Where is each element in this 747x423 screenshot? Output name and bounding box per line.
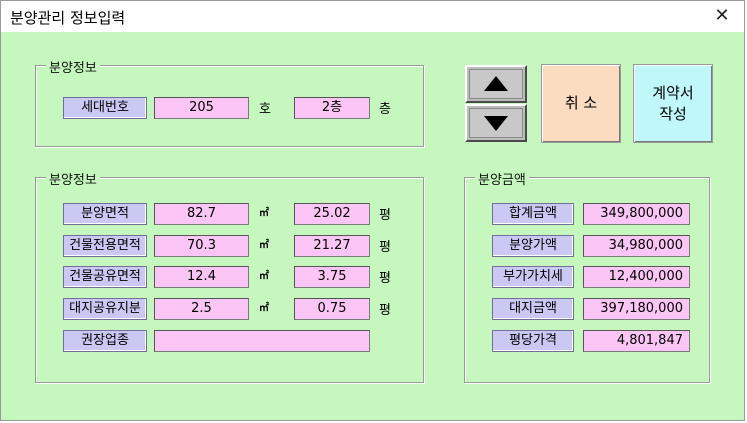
area-m2-field[interactable]: 82.7 xyxy=(154,203,249,225)
price-value-field[interactable]: 349,800,000 xyxy=(583,203,690,225)
area-m2-field[interactable]: 70.3 xyxy=(154,235,249,257)
floor-field[interactable]: 2층 xyxy=(294,97,370,119)
price-row-label: 대지금액 xyxy=(492,298,574,320)
close-icon[interactable]: ✕ xyxy=(708,4,736,28)
area-m2-field[interactable]: 12.4 xyxy=(154,266,249,288)
price-value-field[interactable]: 4,801,847 xyxy=(583,330,690,352)
floor-suffix: 층 xyxy=(379,102,391,117)
area-info-frame-title: 분양정보 xyxy=(46,169,100,188)
dialog-window: 분양관리 정보입력 ✕ 분양정보 세대번호 205 호 2층 층 취 소 계약서… xyxy=(0,0,745,421)
unit-info-frame-title: 분양정보 xyxy=(46,57,100,76)
window-title: 분양관리 정보입력 xyxy=(10,9,126,27)
arrow-down-icon xyxy=(484,116,508,131)
area-row-label: 대지공유지분 xyxy=(63,298,147,320)
price-value-field[interactable]: 34,980,000 xyxy=(583,235,690,257)
area-pyeong-field[interactable]: 21.27 xyxy=(294,235,370,257)
unit-number-label: 세대번호 xyxy=(63,97,147,119)
price-value-field[interactable]: 12,400,000 xyxy=(583,266,690,288)
pyeong-unit: 평 xyxy=(379,303,391,318)
price-row-label: 평당가격 xyxy=(492,330,574,352)
business-type-field[interactable] xyxy=(154,330,370,352)
next-record-button[interactable] xyxy=(465,104,527,142)
unit-suffix: 호 xyxy=(259,102,271,117)
dialog-body: 분양정보 세대번호 205 호 2층 층 취 소 계약서 작성 분양정보 분양면… xyxy=(9,32,736,414)
price-info-frame-title: 분양금액 xyxy=(475,169,529,188)
previous-record-button[interactable] xyxy=(465,65,527,103)
pyeong-unit: 평 xyxy=(379,208,391,223)
area-row-label: 건물공유면적 xyxy=(63,266,147,288)
title-bar: 분양관리 정보입력 ✕ xyxy=(1,1,744,32)
business-type-label: 권장업종 xyxy=(63,330,147,352)
create-contract-button[interactable]: 계약서 작성 xyxy=(633,64,713,143)
cancel-button[interactable]: 취 소 xyxy=(541,64,621,143)
square-meter-unit: ㎡ xyxy=(259,303,269,314)
area-pyeong-field[interactable]: 25.02 xyxy=(294,203,370,225)
area-pyeong-field[interactable]: 3.75 xyxy=(294,266,370,288)
square-meter-unit: ㎡ xyxy=(259,271,269,282)
price-value-field[interactable]: 397,180,000 xyxy=(583,298,690,320)
area-row-label: 분양면적 xyxy=(63,203,147,225)
square-meter-unit: ㎡ xyxy=(259,240,269,251)
price-row-label: 분양가액 xyxy=(492,235,574,257)
price-row-label: 합계금액 xyxy=(492,203,574,225)
area-m2-field[interactable]: 2.5 xyxy=(154,298,249,320)
area-pyeong-field[interactable]: 0.75 xyxy=(294,298,370,320)
arrow-up-icon xyxy=(484,76,508,91)
square-meter-unit: ㎡ xyxy=(259,208,269,219)
unit-number-field[interactable]: 205 xyxy=(154,97,249,119)
area-row-label: 건물전용면적 xyxy=(63,235,147,257)
pyeong-unit: 평 xyxy=(379,271,391,286)
price-row-label: 부가가치세 xyxy=(492,266,574,288)
pyeong-unit: 평 xyxy=(379,240,391,255)
